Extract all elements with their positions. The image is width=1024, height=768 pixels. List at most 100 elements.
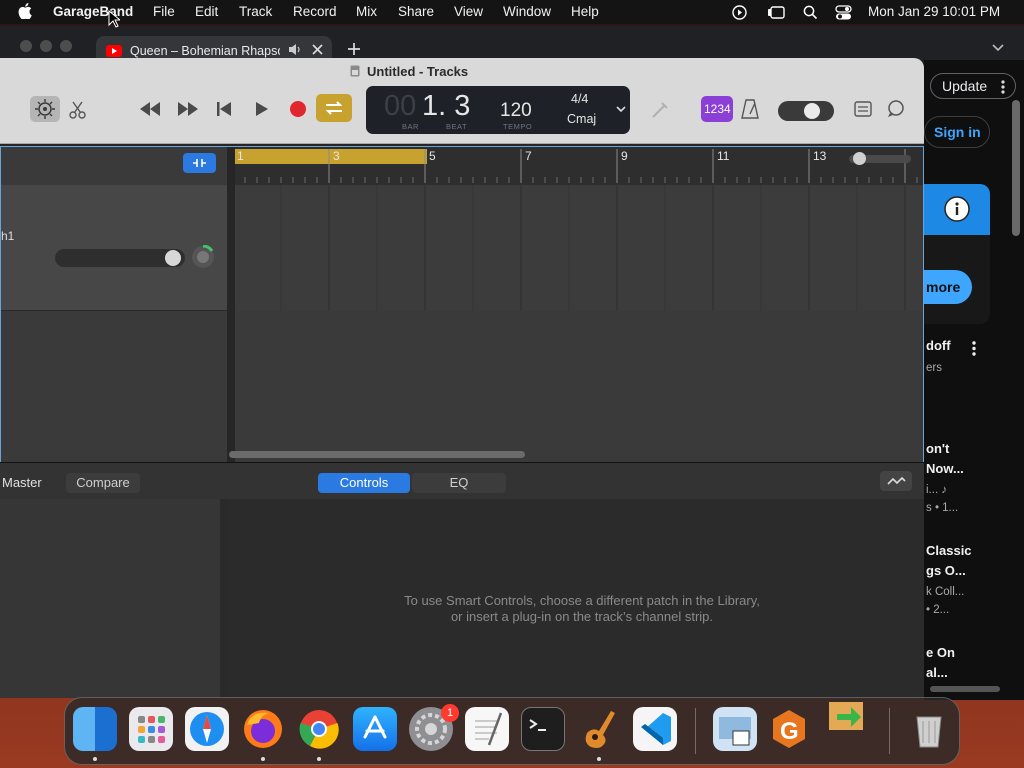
grammarly-icon[interactable]: G <box>767 707 811 751</box>
metronome-icon[interactable] <box>741 99 759 119</box>
track-lane[interactable] <box>227 185 923 311</box>
lcd-bar-label: BAR <box>402 122 419 131</box>
loop-browser-icon[interactable] <box>886 100 906 118</box>
preview-icon[interactable] <box>713 707 757 751</box>
browser-hscrollbar[interactable] <box>930 686 1000 692</box>
track-volume-knob[interactable] <box>165 250 181 266</box>
textedit-icon[interactable] <box>465 707 509 751</box>
tab-list-chevron-icon[interactable] <box>992 44 1004 52</box>
volume-knob[interactable] <box>804 103 820 119</box>
chevron-down-icon[interactable] <box>616 106 626 113</box>
notification-badge: 1 <box>441 704 459 722</box>
tuner-icon[interactable] <box>650 100 670 120</box>
safari-icon[interactable] <box>185 707 229 751</box>
menu-clock[interactable]: Mon Jan 29 10:01 PM <box>868 4 1000 19</box>
running-indicator <box>93 757 97 761</box>
running-indicator <box>597 757 601 761</box>
migration-icon[interactable] <box>825 692 869 736</box>
control-center-icon[interactable] <box>835 5 852 20</box>
close-tab-icon[interactable] <box>312 44 323 55</box>
learn-more-button[interactable]: more <box>924 270 972 304</box>
sidebar-video-meta: • 2... <box>926 604 950 616</box>
menu-share[interactable]: Share <box>398 4 434 19</box>
smart-filter-button[interactable] <box>183 153 216 173</box>
compare-button[interactable]: Compare <box>66 473 140 493</box>
sidebar-video-title[interactable]: Classic <box>926 543 972 558</box>
sign-in-button[interactable]: Sign in <box>924 116 990 148</box>
count-in-button[interactable]: 1234 <box>701 96 733 122</box>
running-indicator <box>317 757 321 761</box>
lcd-display[interactable]: 00 1. 3 BAR BEAT 120 TEMPO 4/4 Cmaj <box>366 86 630 134</box>
menu-edit[interactable]: Edit <box>195 4 218 19</box>
inspector-button[interactable] <box>880 471 912 491</box>
lcd-time-signature[interactable]: 4/4 <box>571 92 588 106</box>
lcd-bar-dim: 00 <box>384 90 417 122</box>
browser-scrollbar[interactable] <box>1012 100 1020 236</box>
pan-knob[interactable] <box>191 245 215 269</box>
tab-controls[interactable]: Controls <box>318 473 410 493</box>
master-volume-slider[interactable] <box>778 101 834 121</box>
finder-icon[interactable] <box>73 707 117 751</box>
more-vert-icon[interactable] <box>1001 80 1005 94</box>
menu-track[interactable]: Track <box>239 4 272 19</box>
menu-help[interactable]: Help <box>571 4 599 19</box>
garageband-icon[interactable] <box>577 707 621 751</box>
document-icon <box>350 65 360 77</box>
zoom-knob[interactable] <box>853 152 866 165</box>
sidebar-video-title[interactable]: al... <box>926 665 948 680</box>
sidebar-video-title[interactable]: on't <box>926 441 949 456</box>
lcd-key[interactable]: Cmaj <box>567 112 596 126</box>
menu-app-name[interactable]: GarageBand <box>53 4 133 19</box>
scissors-icon[interactable] <box>68 100 88 120</box>
cycle-button[interactable] <box>316 94 352 122</box>
ruler-number: 5 <box>429 149 436 163</box>
sidebar-video-title[interactable]: gs O... <box>926 563 966 578</box>
zoom-slider[interactable] <box>849 152 911 165</box>
note-pad-icon[interactable] <box>854 101 872 117</box>
rewind-icon[interactable] <box>138 101 162 117</box>
tab-eq[interactable]: EQ <box>412 473 506 493</box>
apple-icon[interactable] <box>18 3 32 19</box>
sidebar-video-title[interactable]: Now... <box>926 461 964 476</box>
update-button[interactable]: Update <box>930 73 1016 99</box>
new-tab-icon[interactable] <box>347 42 361 56</box>
vscode-icon[interactable] <box>633 707 677 751</box>
sidebar-title[interactable]: doff <box>926 338 951 353</box>
lcd-tempo-label: TEMPO <box>503 122 533 131</box>
stage-manager-icon[interactable] <box>767 5 785 20</box>
menu-window[interactable]: Window <box>503 4 551 19</box>
chrome-icon[interactable] <box>297 707 341 751</box>
screen-record-icon[interactable] <box>732 5 747 20</box>
record-icon[interactable] <box>289 100 307 118</box>
speaker-icon[interactable] <box>288 43 302 56</box>
more-vert-icon[interactable] <box>972 341 976 356</box>
track-volume-slider[interactable] <box>55 249 185 267</box>
master-tab[interactable]: Master <box>2 475 42 490</box>
menu-record[interactable]: Record <box>293 4 337 19</box>
trash-icon[interactable] <box>907 707 951 751</box>
sidebar-video-meta: s • 1... <box>926 502 959 514</box>
menu-view[interactable]: View <box>454 4 483 19</box>
info-icon[interactable] <box>944 196 970 222</box>
go-to-beginning-icon[interactable] <box>216 101 232 117</box>
app-store-icon[interactable] <box>353 707 397 751</box>
track-header-row[interactable]: h1 <box>1 185 227 311</box>
sidebar-video-title[interactable]: e On <box>926 645 955 660</box>
sign-in-label: Sign in <box>934 124 981 140</box>
traffic-lights <box>20 40 80 52</box>
horizontal-scrollbar[interactable] <box>229 451 525 458</box>
menu-file[interactable]: File <box>153 4 175 19</box>
spotlight-icon[interactable] <box>803 5 818 20</box>
library-button[interactable] <box>30 96 60 122</box>
ruler[interactable]: 1 3 5 7 9 11 13 <box>227 147 923 185</box>
firefox-icon[interactable] <box>241 707 285 751</box>
play-icon[interactable] <box>255 101 269 117</box>
track-name[interactable]: h1 <box>1 229 14 243</box>
update-label: Update <box>942 78 988 94</box>
launchpad-icon[interactable] <box>129 707 173 751</box>
menu-mix[interactable]: Mix <box>356 4 377 19</box>
fast-forward-icon[interactable] <box>176 101 200 117</box>
lcd-tempo[interactable]: 120 <box>500 100 532 122</box>
ruler-number: 7 <box>525 149 532 163</box>
terminal-icon[interactable] <box>521 707 565 751</box>
